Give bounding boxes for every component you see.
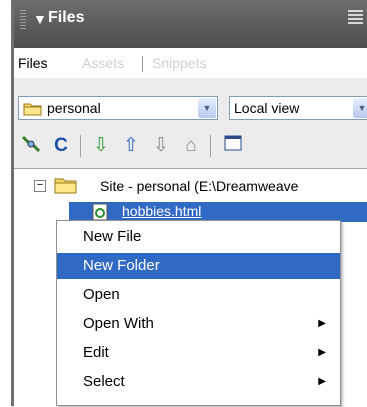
site-select[interactable]: personal ▼ [18,96,218,120]
tab-assets[interactable]: Assets [82,52,124,76]
toolbar-divider [80,135,81,157]
toolbar-divider [210,135,211,157]
context-menu: New File New Folder Open Open With ▶ Edi… [56,220,341,406]
selected-file-row[interactable] [69,202,367,222]
menu-item-label: New File [83,228,142,245]
collapse-arrow-icon[interactable]: ▼ [33,11,47,27]
menu-item-select[interactable]: Select ▶ [57,369,340,395]
menu-item-new-folder[interactable]: New Folder [57,253,340,279]
chevron-down-icon[interactable]: ▼ [198,98,216,118]
html-file-icon [92,203,108,221]
put-icon[interactable]: ⇧ [118,133,144,159]
tab-divider [142,56,143,72]
connect-icon[interactable] [18,133,44,159]
grip-icon[interactable] [20,10,26,30]
get-icon[interactable]: ⇩ [88,133,114,159]
expand-icon[interactable] [220,133,246,159]
site-root-label[interactable]: Site - personal (E:\Dreamweave [100,178,298,194]
collapse-toggle-icon[interactable]: − [34,180,46,192]
submenu-arrow-icon: ▶ [318,347,326,358]
options-menu-icon[interactable] [348,10,363,24]
check-out-icon[interactable]: ⇩ [148,133,174,159]
menu-item-label: Edit [83,344,109,361]
refresh-icon[interactable]: C [48,133,74,159]
site-folder-icon [54,178,77,194]
tab-snippets[interactable]: Snippets [152,52,206,76]
folder-icon [23,103,42,116]
panel-left-edge [0,0,14,406]
panel-title: Files [48,9,85,26]
submenu-arrow-icon: ▶ [318,318,326,329]
menu-item-open[interactable]: Open [57,282,340,308]
menu-item-label: Select [83,373,125,390]
files-panel: ▼ Files Files Assets Snippets personal ▼… [14,0,367,407]
view-select[interactable]: Local view ▼ [229,96,367,120]
menu-item-edit[interactable]: Edit ▶ [57,340,340,366]
panel-title-bar[interactable]: ▼ Files [14,0,367,48]
chevron-down-icon[interactable]: ▼ [353,98,367,118]
view-select-value: Local view [234,100,300,116]
menu-item-new-file[interactable]: New File [57,224,340,250]
menu-item-label: New Folder [83,257,160,274]
menu-item-label: Open [83,286,120,303]
submenu-arrow-icon: ▶ [318,376,326,387]
tab-files[interactable]: Files [14,50,66,78]
menu-item-label: Open With [83,315,154,332]
site-select-value: personal [47,100,101,116]
file-name[interactable]: hobbies.html [122,203,201,219]
check-in-icon[interactable]: ⌂ [178,133,204,159]
menu-item-open-with[interactable]: Open With ▶ [57,311,340,337]
